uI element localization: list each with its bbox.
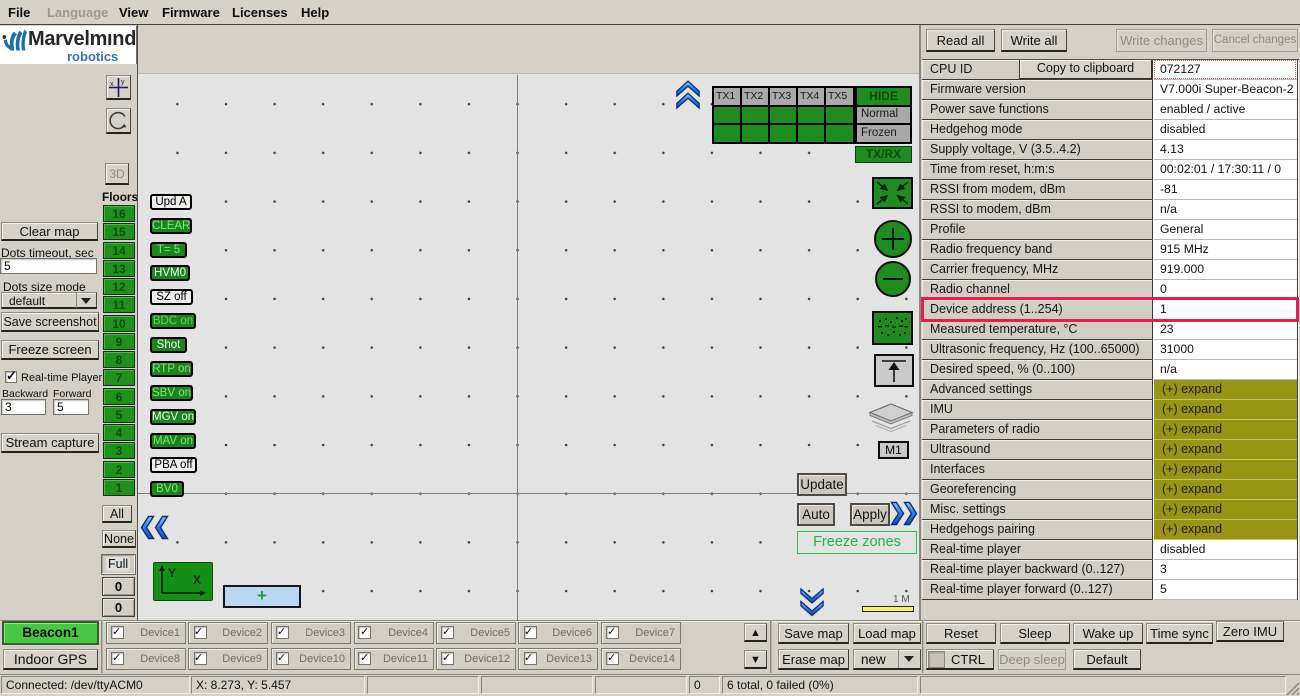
svg-text:y: y bbox=[121, 79, 125, 86]
svg-text:Y: Y bbox=[168, 566, 176, 580]
svg-text:X: X bbox=[193, 573, 201, 587]
svg-text:x: x bbox=[110, 81, 114, 88]
